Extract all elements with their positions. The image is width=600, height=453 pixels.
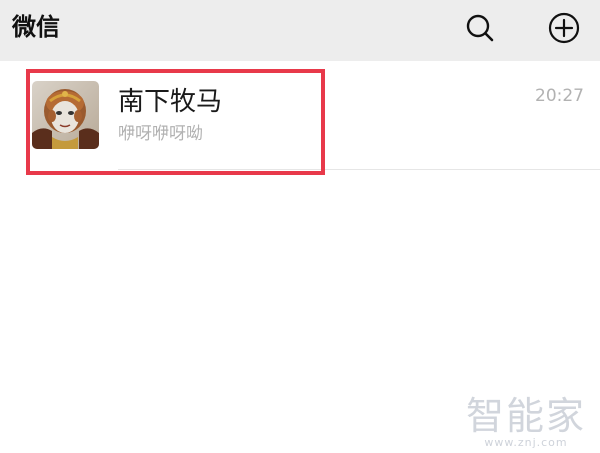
divider bbox=[118, 169, 600, 170]
message-preview: 咿呀咿呀呦 bbox=[118, 124, 203, 144]
chat-list-item[interactable]: 南下牧马 咿呀咿呀呦 20:27 bbox=[0, 61, 600, 170]
contact-name: 南下牧马 bbox=[118, 87, 223, 117]
message-time: 20:27 bbox=[535, 86, 584, 106]
app-header: 微信 bbox=[0, 0, 600, 61]
search-icon[interactable] bbox=[463, 11, 497, 45]
watermark-url: www.znj.com bbox=[484, 436, 568, 449]
watermark: 智能家 www.znj.com bbox=[466, 395, 586, 449]
watermark-logo-text: 智能家 bbox=[465, 394, 586, 438]
chat-list: 南下牧马 咿呀咿呀呦 20:27 bbox=[0, 61, 600, 170]
page-title: 微信 bbox=[12, 13, 60, 41]
avatar[interactable] bbox=[32, 81, 99, 149]
plus-circle-icon[interactable] bbox=[547, 11, 581, 45]
